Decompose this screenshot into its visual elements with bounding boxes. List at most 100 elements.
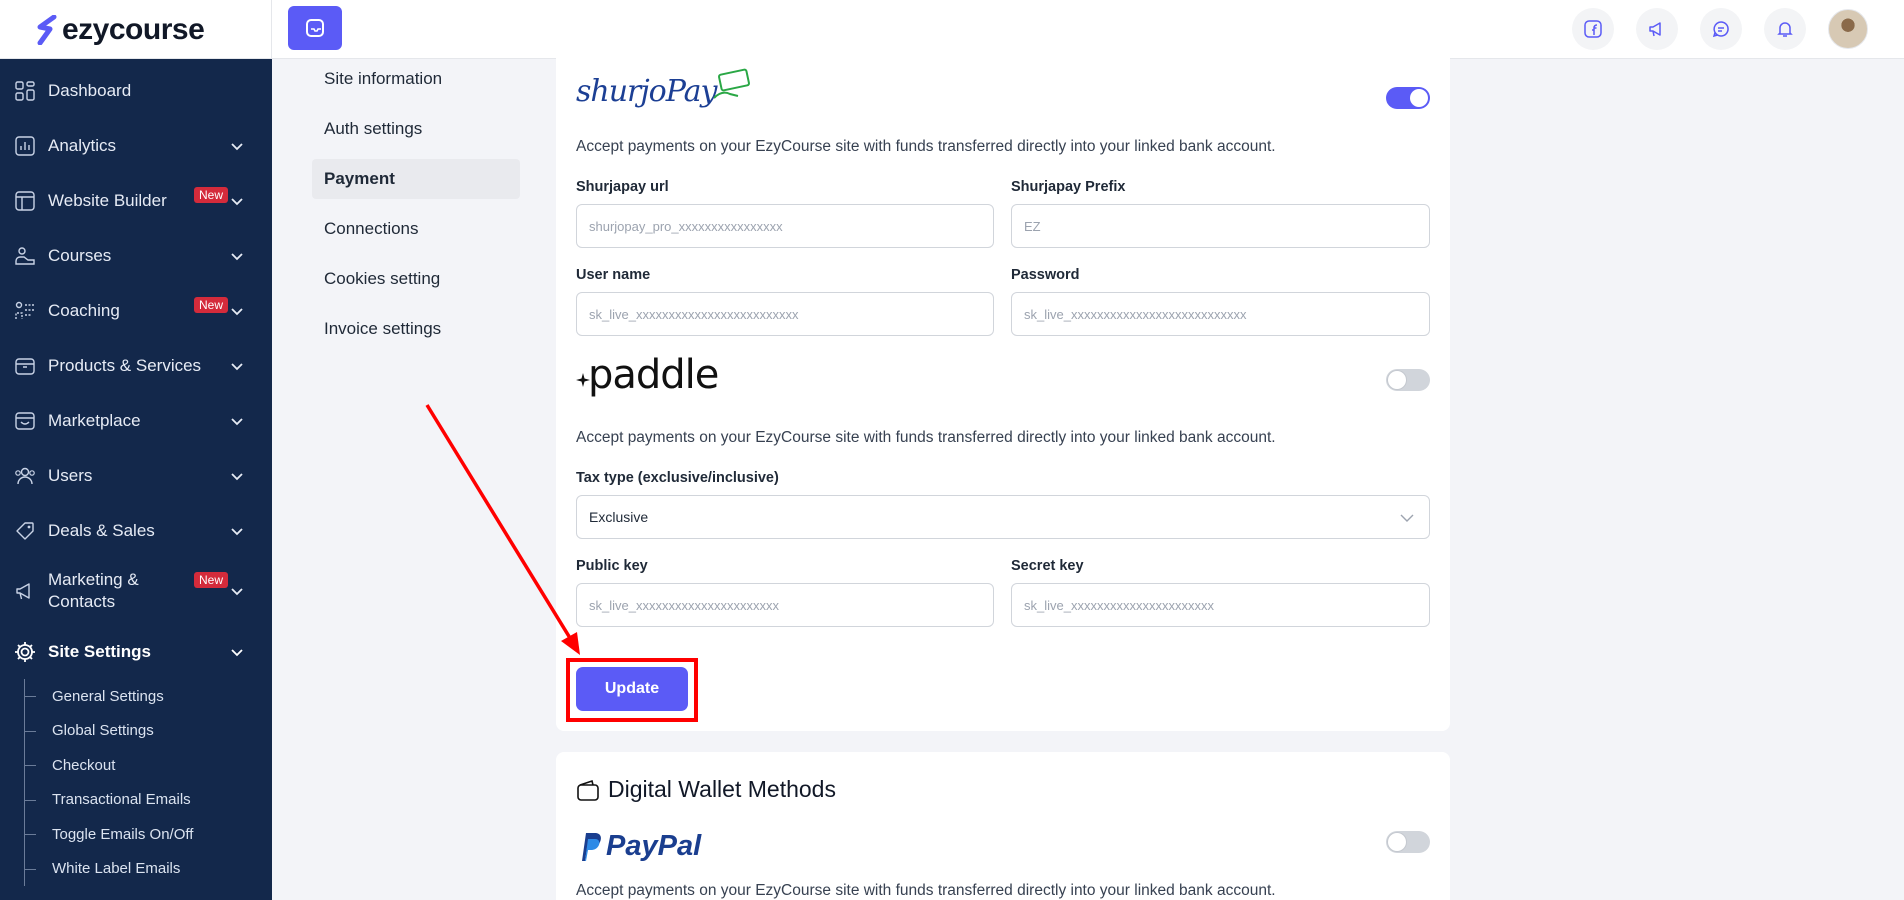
menu-invoice-settings[interactable]: Invoice settings — [312, 309, 520, 349]
tax-type-select[interactable]: Exclusive — [576, 495, 1430, 539]
panel-icon — [306, 19, 324, 37]
public-key-label: Public key — [576, 558, 648, 574]
menu-payment[interactable]: Payment — [312, 159, 520, 199]
ezycourse-logo-icon — [37, 14, 57, 45]
menu-site-information[interactable]: Site information — [312, 59, 520, 99]
secret-key-input[interactable] — [1011, 583, 1430, 627]
submenu-transactional-emails[interactable]: Transactional Emails — [24, 782, 272, 818]
notifications-button[interactable] — [1764, 8, 1806, 50]
shurjopay-url-label: Shurjapay url — [576, 179, 669, 195]
shurjopay-prefix-input[interactable] — [1011, 204, 1430, 248]
tax-type-label: Tax type (exclusive/inclusive) — [576, 470, 779, 486]
sidebar-item-label: Courses — [48, 245, 112, 265]
paypal-description: Accept payments on your EzyCourse site w… — [576, 882, 1276, 899]
facebook-button[interactable] — [1572, 8, 1614, 50]
sidebar-item-coaching[interactable]: Coaching New — [0, 283, 272, 338]
sidebar-item-site-settings[interactable]: Site Settings — [0, 624, 272, 679]
layout-icon — [14, 190, 36, 212]
paddle-description: Accept payments on your EzyCourse site w… — [576, 429, 1276, 446]
chevron-down-icon — [231, 648, 243, 656]
new-badge: New — [193, 297, 228, 313]
top-actions — [1572, 8, 1868, 50]
sidebar-item-label: Website Builder — [48, 190, 167, 210]
shurjopay-password-input[interactable] — [1011, 292, 1430, 336]
sidebar-item-users[interactable]: Users — [0, 448, 272, 503]
sidebar: Dashboard Analytics Website Builder New … — [0, 59, 272, 900]
paddle-toggle[interactable] — [1386, 369, 1430, 391]
menu-connections[interactable]: Connections — [312, 209, 520, 249]
sidebar-item-label: Marketplace — [48, 410, 141, 430]
digital-wallet-card: Digital Wallet Methods PayPal Accept pay… — [556, 752, 1450, 900]
chart-icon — [14, 135, 36, 157]
facebook-icon — [1584, 20, 1602, 38]
wallet-icon — [577, 779, 599, 801]
paypal-toggle[interactable] — [1386, 831, 1430, 853]
bell-icon — [1777, 22, 1793, 37]
sidebar-item-label: Deals & Sales — [48, 520, 155, 540]
chevron-down-icon — [231, 362, 243, 370]
sidebar-item-marketplace[interactable]: Marketplace — [0, 393, 272, 448]
user-avatar[interactable] — [1828, 9, 1868, 49]
sidebar-item-label: Site Settings — [48, 641, 151, 661]
megaphone-icon — [14, 580, 36, 602]
secret-key-label: Secret key — [1011, 558, 1084, 574]
submenu-global-settings[interactable]: Global Settings — [24, 713, 272, 749]
chevron-down-icon — [231, 197, 243, 205]
new-badge: New — [193, 187, 228, 203]
shurjopay-url-input[interactable] — [576, 204, 994, 248]
sidebar-item-label: Analytics — [48, 135, 117, 155]
shurjopay-prefix-label: Shurjapay Prefix — [1011, 179, 1126, 195]
shurjopay-username-input[interactable] — [576, 292, 994, 336]
menu-cookies-setting[interactable]: Cookies setting — [312, 259, 520, 299]
menu-auth-settings[interactable]: Auth settings — [312, 109, 520, 149]
submenu-toggle-emails[interactable]: Toggle Emails On/Off — [24, 817, 272, 852]
site-settings-submenu: General Settings Global Settings Checkou… — [0, 679, 272, 886]
submenu-white-label-emails[interactable]: White Label Emails — [24, 851, 272, 887]
store-icon — [14, 410, 36, 432]
sidebar-toggle-button[interactable] — [288, 6, 342, 50]
chat-icon — [1712, 21, 1729, 38]
brand-name: ezycourse — [62, 12, 205, 46]
paypal-icon — [582, 832, 601, 861]
courses-icon — [14, 245, 36, 267]
submenu-checkout[interactable]: Checkout — [24, 748, 272, 783]
chevron-down-icon — [231, 142, 243, 150]
payment-gateways-card: shurjoPay Accept payments on your EzyCou… — [556, 48, 1450, 731]
brand-logo[interactable]: ezycourse — [0, 0, 272, 59]
highlight-box — [566, 658, 698, 722]
coaching-icon — [14, 300, 36, 322]
sidebar-item-label: Marketing & Contacts — [48, 570, 139, 611]
shurjopay-password-label: Password — [1011, 267, 1080, 283]
new-badge: New — [193, 572, 228, 588]
public-key-input[interactable] — [576, 583, 994, 627]
chevron-down-icon — [231, 252, 243, 260]
submenu-general-settings[interactable]: General Settings — [24, 679, 272, 714]
chevron-down-icon — [231, 417, 243, 425]
sidebar-item-deals-sales[interactable]: Deals & Sales — [0, 503, 272, 558]
box-icon — [14, 355, 36, 377]
announcements-button[interactable] — [1636, 8, 1678, 50]
shurjopay-description: Accept payments on your EzyCourse site w… — [576, 138, 1276, 155]
sidebar-item-website-builder[interactable]: Website Builder New — [0, 173, 272, 228]
shurjopay-logo: shurjoPay — [576, 68, 752, 109]
paddle-logo: paddle — [576, 352, 719, 398]
sidebar-item-dashboard[interactable]: Dashboard — [0, 63, 272, 118]
sidebar-item-products-services[interactable]: Products & Services — [0, 338, 272, 393]
chevron-down-icon — [231, 307, 243, 315]
tag-icon — [14, 520, 36, 542]
sidebar-item-label: Coaching — [48, 300, 120, 320]
tax-type-value: Exclusive — [589, 509, 649, 525]
shurjopay-toggle[interactable] — [1386, 87, 1430, 109]
users-icon — [14, 465, 36, 487]
chat-button[interactable] — [1700, 8, 1742, 50]
paypal-logo: PayPal — [576, 830, 701, 863]
shurjopay-username-label: User name — [576, 267, 651, 283]
chevron-down-icon — [231, 588, 243, 596]
sidebar-item-analytics[interactable]: Analytics — [0, 118, 272, 173]
sidebar-item-marketing-contacts[interactable]: Marketing & Contacts New — [0, 558, 272, 624]
sidebar-item-courses[interactable]: Courses — [0, 228, 272, 283]
grid-icon — [14, 80, 36, 102]
sidebar-item-label: Users — [48, 465, 93, 485]
chevron-down-icon — [231, 527, 243, 535]
gear-icon — [14, 641, 36, 663]
